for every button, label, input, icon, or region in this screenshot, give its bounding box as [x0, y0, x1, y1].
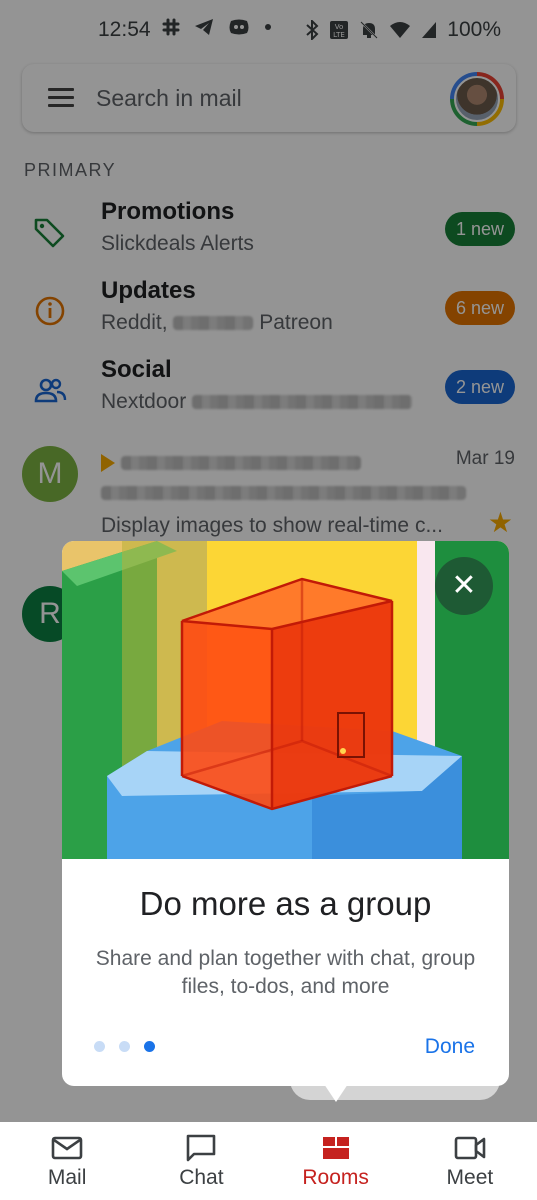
mail-icon — [51, 1134, 83, 1162]
meet-icon — [454, 1134, 486, 1162]
nav-chat[interactable]: Chat — [134, 1122, 268, 1200]
close-button[interactable]: ✕ — [435, 557, 493, 615]
promo-description: Share and plan together with chat, group… — [95, 947, 476, 998]
chat-icon — [185, 1134, 217, 1162]
callout-pointer — [324, 1084, 348, 1102]
rooms-icon — [320, 1134, 352, 1162]
close-icon: ✕ — [451, 569, 477, 602]
nav-label: Rooms — [302, 1166, 369, 1189]
nav-label: Mail — [47, 1166, 87, 1189]
nav-label: Chat — [179, 1166, 224, 1189]
feature-promo-card: ✕ Do more as a group Share and plan toge… — [62, 541, 509, 1102]
nav-label: Meet — [446, 1166, 494, 1189]
page-indicator — [94, 1041, 155, 1052]
nav-rooms[interactable]: Rooms — [269, 1122, 403, 1200]
nav-mail[interactable]: Mail — [0, 1122, 134, 1200]
page-dot-active — [144, 1041, 155, 1052]
promo-title: Do more as a group — [139, 885, 432, 922]
page-dot — [119, 1041, 130, 1052]
nav-meet[interactable]: Meet — [403, 1122, 537, 1200]
page-dot — [94, 1041, 105, 1052]
done-button[interactable]: Done — [425, 1035, 475, 1059]
bottom-navigation: Mail Chat Rooms Meet — [0, 1122, 537, 1200]
